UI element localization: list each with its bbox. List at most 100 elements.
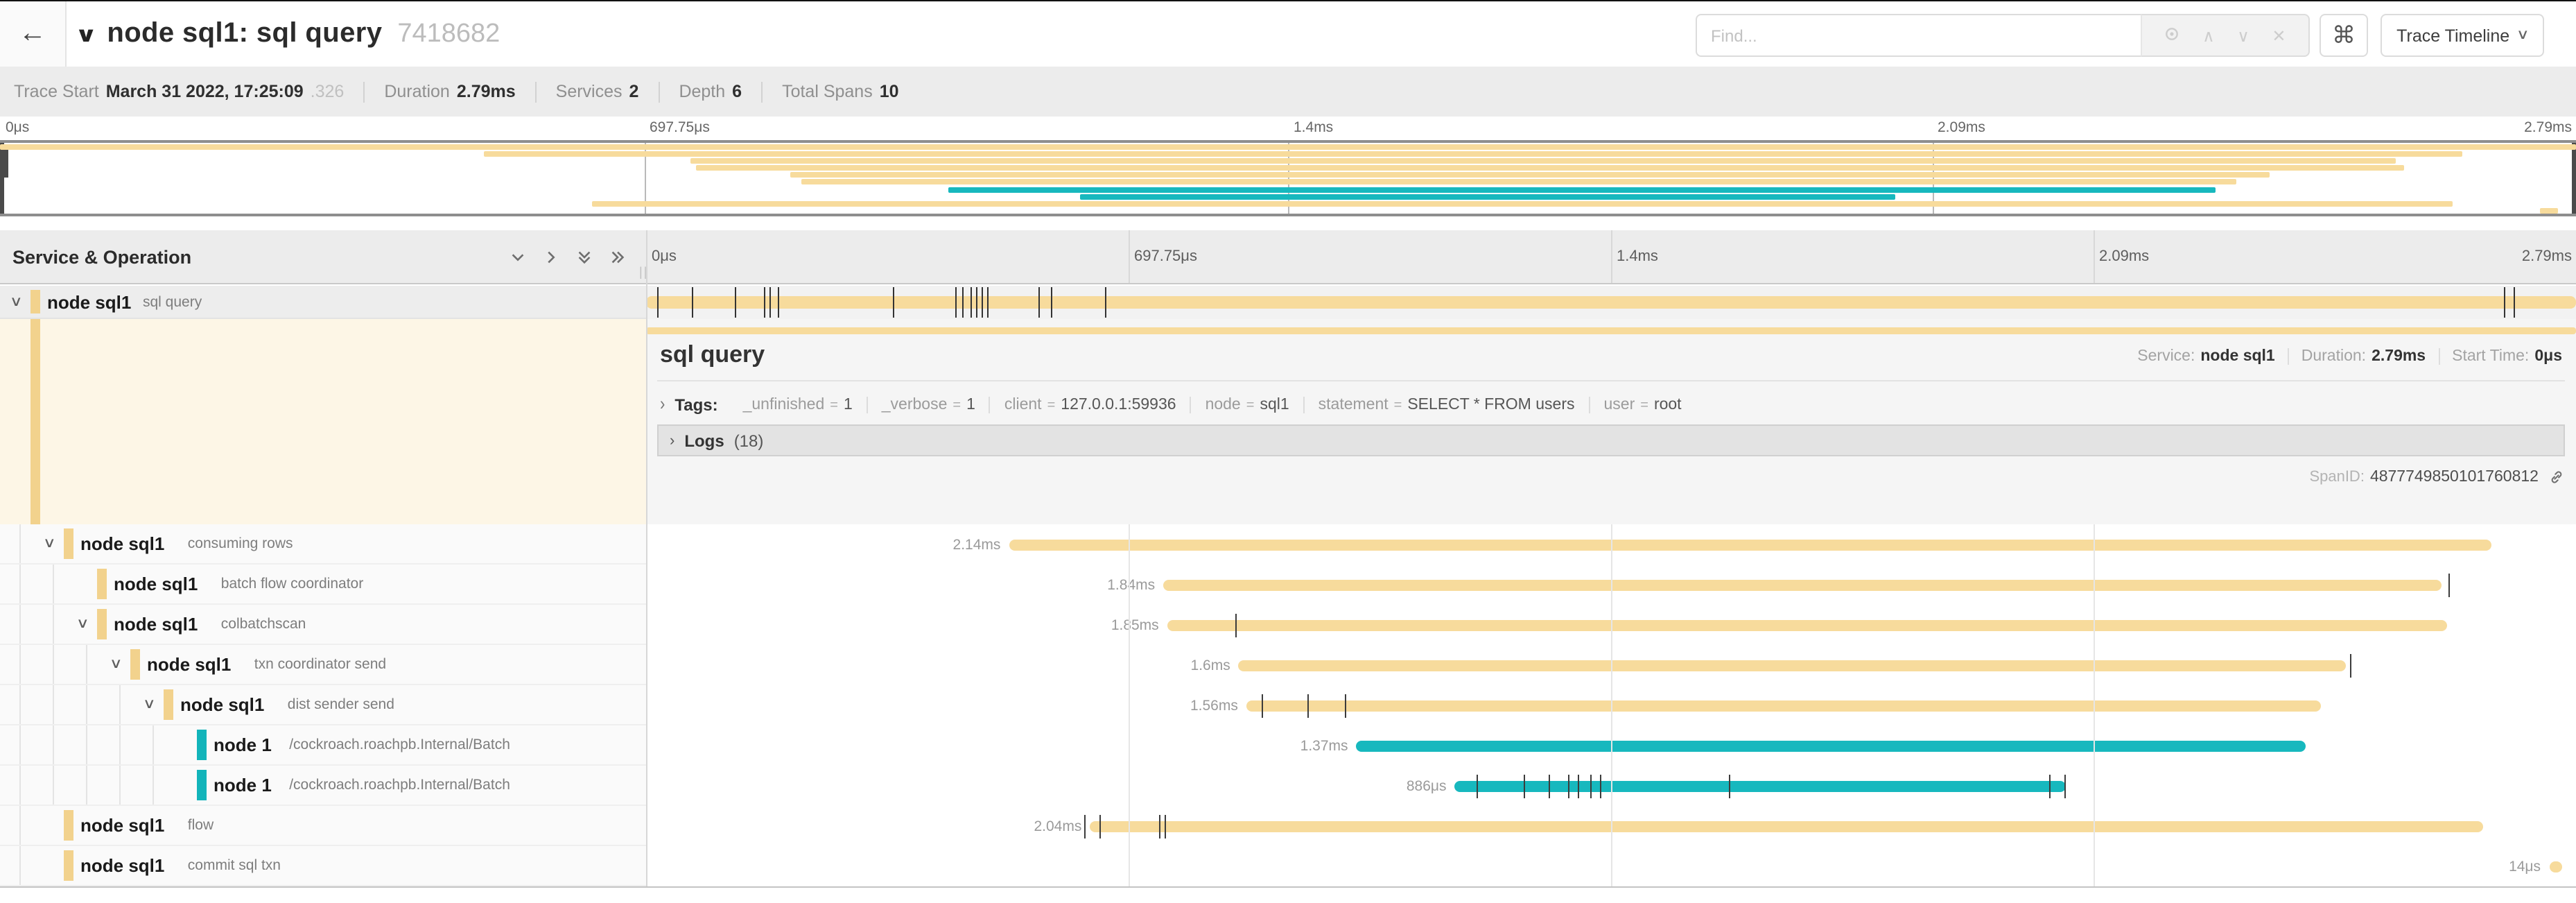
minimap-right-scrubber-handle[interactable] — [2572, 143, 2576, 214]
indent-guide — [86, 645, 87, 684]
axis-tick-label: 0μs — [652, 248, 677, 265]
logs-accordion[interactable]: › Logs (18) — [657, 424, 2565, 456]
indent-guide — [19, 806, 21, 845]
span-bar[interactable] — [1090, 820, 2483, 832]
minimap-span-bar — [1079, 194, 1896, 199]
log-marker — [1052, 287, 1053, 318]
prev-result-chevron-up-icon[interactable]: ∧ — [2202, 27, 2215, 44]
trace-info-item: Trace StartMarch 31 2022, 17:25:09.326 — [14, 81, 365, 102]
axis-tick-label: 2.09ms — [1938, 119, 1985, 136]
tree-chevron-down-icon[interactable]: ∨ — [10, 294, 23, 309]
log-marker — [1038, 287, 1039, 318]
tree-row[interactable]: node sql1 flow — [0, 806, 646, 846]
span-service-name[interactable]: node 1 — [214, 734, 272, 755]
link-icon[interactable] — [2548, 469, 2565, 485]
column-resize-grip[interactable]: || — [639, 265, 648, 279]
sql-query-bar-wrap — [646, 286, 2576, 319]
detail-meta-item: Duration:2.79ms — [2289, 348, 2439, 365]
span-service-name[interactable]: node sql1 — [147, 654, 231, 675]
tree-row[interactable]: ∨ node sql1 txn coordinator send — [0, 645, 646, 685]
tree-chevron-down-icon[interactable]: ∨ — [110, 657, 123, 672]
span-operation-name[interactable]: dist sender send — [288, 696, 394, 713]
span-bar[interactable] — [1357, 740, 2306, 751]
span-bar[interactable] — [1239, 660, 2347, 671]
log-marker — [2064, 774, 2066, 798]
span-service-name[interactable]: node sql1 — [80, 855, 164, 876]
double-chevron-right-icon[interactable] — [609, 248, 627, 266]
tree-row[interactable]: ∨ node sql1 dist sender send — [0, 685, 646, 725]
span-service-name[interactable]: node sql1 — [114, 614, 198, 635]
tree-row[interactable]: node sql1 batch flow coordinator — [0, 565, 646, 605]
back-arrow-icon: ← — [19, 18, 46, 50]
span-operation-name[interactable]: txn coordinator send — [254, 656, 386, 673]
tag-key: _verbose — [882, 397, 948, 413]
span-operation-name[interactable]: commit sql txn — [188, 857, 281, 874]
span-operation-name[interactable]: /cockroach.roachpb.Internal/Batch — [289, 777, 510, 793]
span-duration-label: 1.85ms — [1111, 617, 1159, 633]
span-bar[interactable] — [1246, 700, 2322, 711]
back-button[interactable]: ← — [0, 1, 67, 67]
tags-accordion[interactable]: › Tags: _unfinished=1_verbose=1client=12… — [660, 391, 1696, 419]
clear-find-icon[interactable]: ✕ — [2272, 27, 2286, 44]
span-service-name[interactable]: node sql1 — [80, 533, 164, 554]
span-bar[interactable] — [1454, 780, 2066, 791]
keyboard-shortcuts-button[interactable]: ⌘ — [2320, 14, 2368, 57]
trace-info-value: 10 — [880, 82, 899, 101]
span-service-name[interactable]: node sql1 — [47, 291, 131, 312]
span-operation-name[interactable]: colbatchscan — [221, 616, 306, 633]
indent-guide — [53, 605, 54, 644]
minimap-left-scrubber-handle[interactable] — [0, 143, 4, 214]
expand-one-chevron-right-icon[interactable] — [542, 248, 560, 266]
locate-icon[interactable] — [2165, 26, 2180, 44]
span-bar[interactable] — [1167, 619, 2447, 630]
tree-chevron-down-icon[interactable]: ∨ — [76, 617, 89, 632]
span-service-name[interactable]: node sql1 — [80, 815, 164, 836]
bottom-whitespace — [0, 888, 2576, 903]
tree-row[interactable]: node 1/cockroach.roachpb.Internal/Batch — [0, 766, 646, 806]
tree-row[interactable]: node sql1 commit sql txn — [0, 846, 646, 886]
indent-guide — [53, 645, 54, 684]
view-type-dropdown[interactable]: Trace Timeline ∨ — [2381, 14, 2544, 57]
trace-summary-bar: Trace StartMarch 31 2022, 17:25:09.326Du… — [0, 67, 2576, 117]
axis-tick-label: 697.75μs — [1134, 248, 1197, 265]
indent-guide — [53, 565, 54, 603]
column-resize-divider[interactable] — [646, 230, 647, 886]
tree-chevron-down-icon[interactable]: ∨ — [143, 697, 156, 712]
view-type-label: Trace Timeline — [2396, 26, 2509, 45]
collapse-all-chevron-down-icon[interactable] — [509, 248, 527, 266]
find-tools: ∧ ∨ ✕ — [2141, 14, 2310, 57]
detail-meta-item: Service:node sql1 — [2125, 348, 2288, 365]
span-operation-name[interactable]: batch flow coordinator — [221, 576, 363, 592]
tree-row[interactable]: node 1/cockroach.roachpb.Internal/Batch — [0, 725, 646, 766]
span-operation-name[interactable]: sql query — [143, 293, 202, 310]
tree-row-sql-query[interactable]: ∨ node sql1 sql query — [0, 286, 646, 319]
span-duration-label: 1.84ms — [1107, 576, 1155, 593]
span-bar[interactable] — [1009, 539, 2491, 550]
span-operation-name[interactable]: /cockroach.roachpb.Internal/Batch — [289, 737, 510, 753]
detail-meta-value: 2.79ms — [2372, 348, 2426, 365]
tag-key: statement — [1319, 397, 1389, 413]
double-chevron-down-icon[interactable] — [575, 248, 593, 266]
tag-item: _verbose=1 — [868, 397, 991, 413]
find-input[interactable] — [1696, 14, 2141, 57]
tree-chevron-down-icon[interactable]: ∨ — [43, 536, 56, 551]
service-operation-title: Service & Operation — [0, 246, 191, 267]
timeline-header: Service & Operation 0μs697.75μs1.4ms2.09… — [0, 230, 2576, 284]
span-bar[interactable] — [2549, 861, 2562, 872]
axis-tick-label: 697.75μs — [650, 119, 710, 136]
span-operation-name[interactable]: flow — [188, 817, 214, 834]
detail-meta-item: Start Time:0μs — [2439, 348, 2562, 365]
tree-row[interactable]: ∨ node sql1 consuming rows — [0, 524, 646, 565]
span-service-name[interactable]: node sql1 — [180, 694, 264, 715]
tree-row[interactable]: ∨ node sql1 colbatchscan — [0, 605, 646, 645]
span-bar[interactable] — [646, 296, 2576, 309]
span-service-name[interactable]: node sql1 — [114, 574, 198, 594]
minimap-canvas[interactable] — [0, 140, 2576, 216]
page-title: node sql1: sql query — [107, 18, 382, 50]
span-bar[interactable] — [1163, 579, 2441, 590]
next-result-chevron-down-icon[interactable]: ∨ — [2237, 27, 2249, 44]
jaeger-trace-view: ← ∨ node sql1: sql query 7418682 ∧ ∨ ✕ ⌘… — [0, 0, 2576, 903]
span-operation-name[interactable]: consuming rows — [188, 535, 293, 552]
span-service-name[interactable]: node 1 — [214, 775, 272, 796]
collapse-trace-chevron-icon[interactable]: ∨ — [75, 22, 98, 46]
